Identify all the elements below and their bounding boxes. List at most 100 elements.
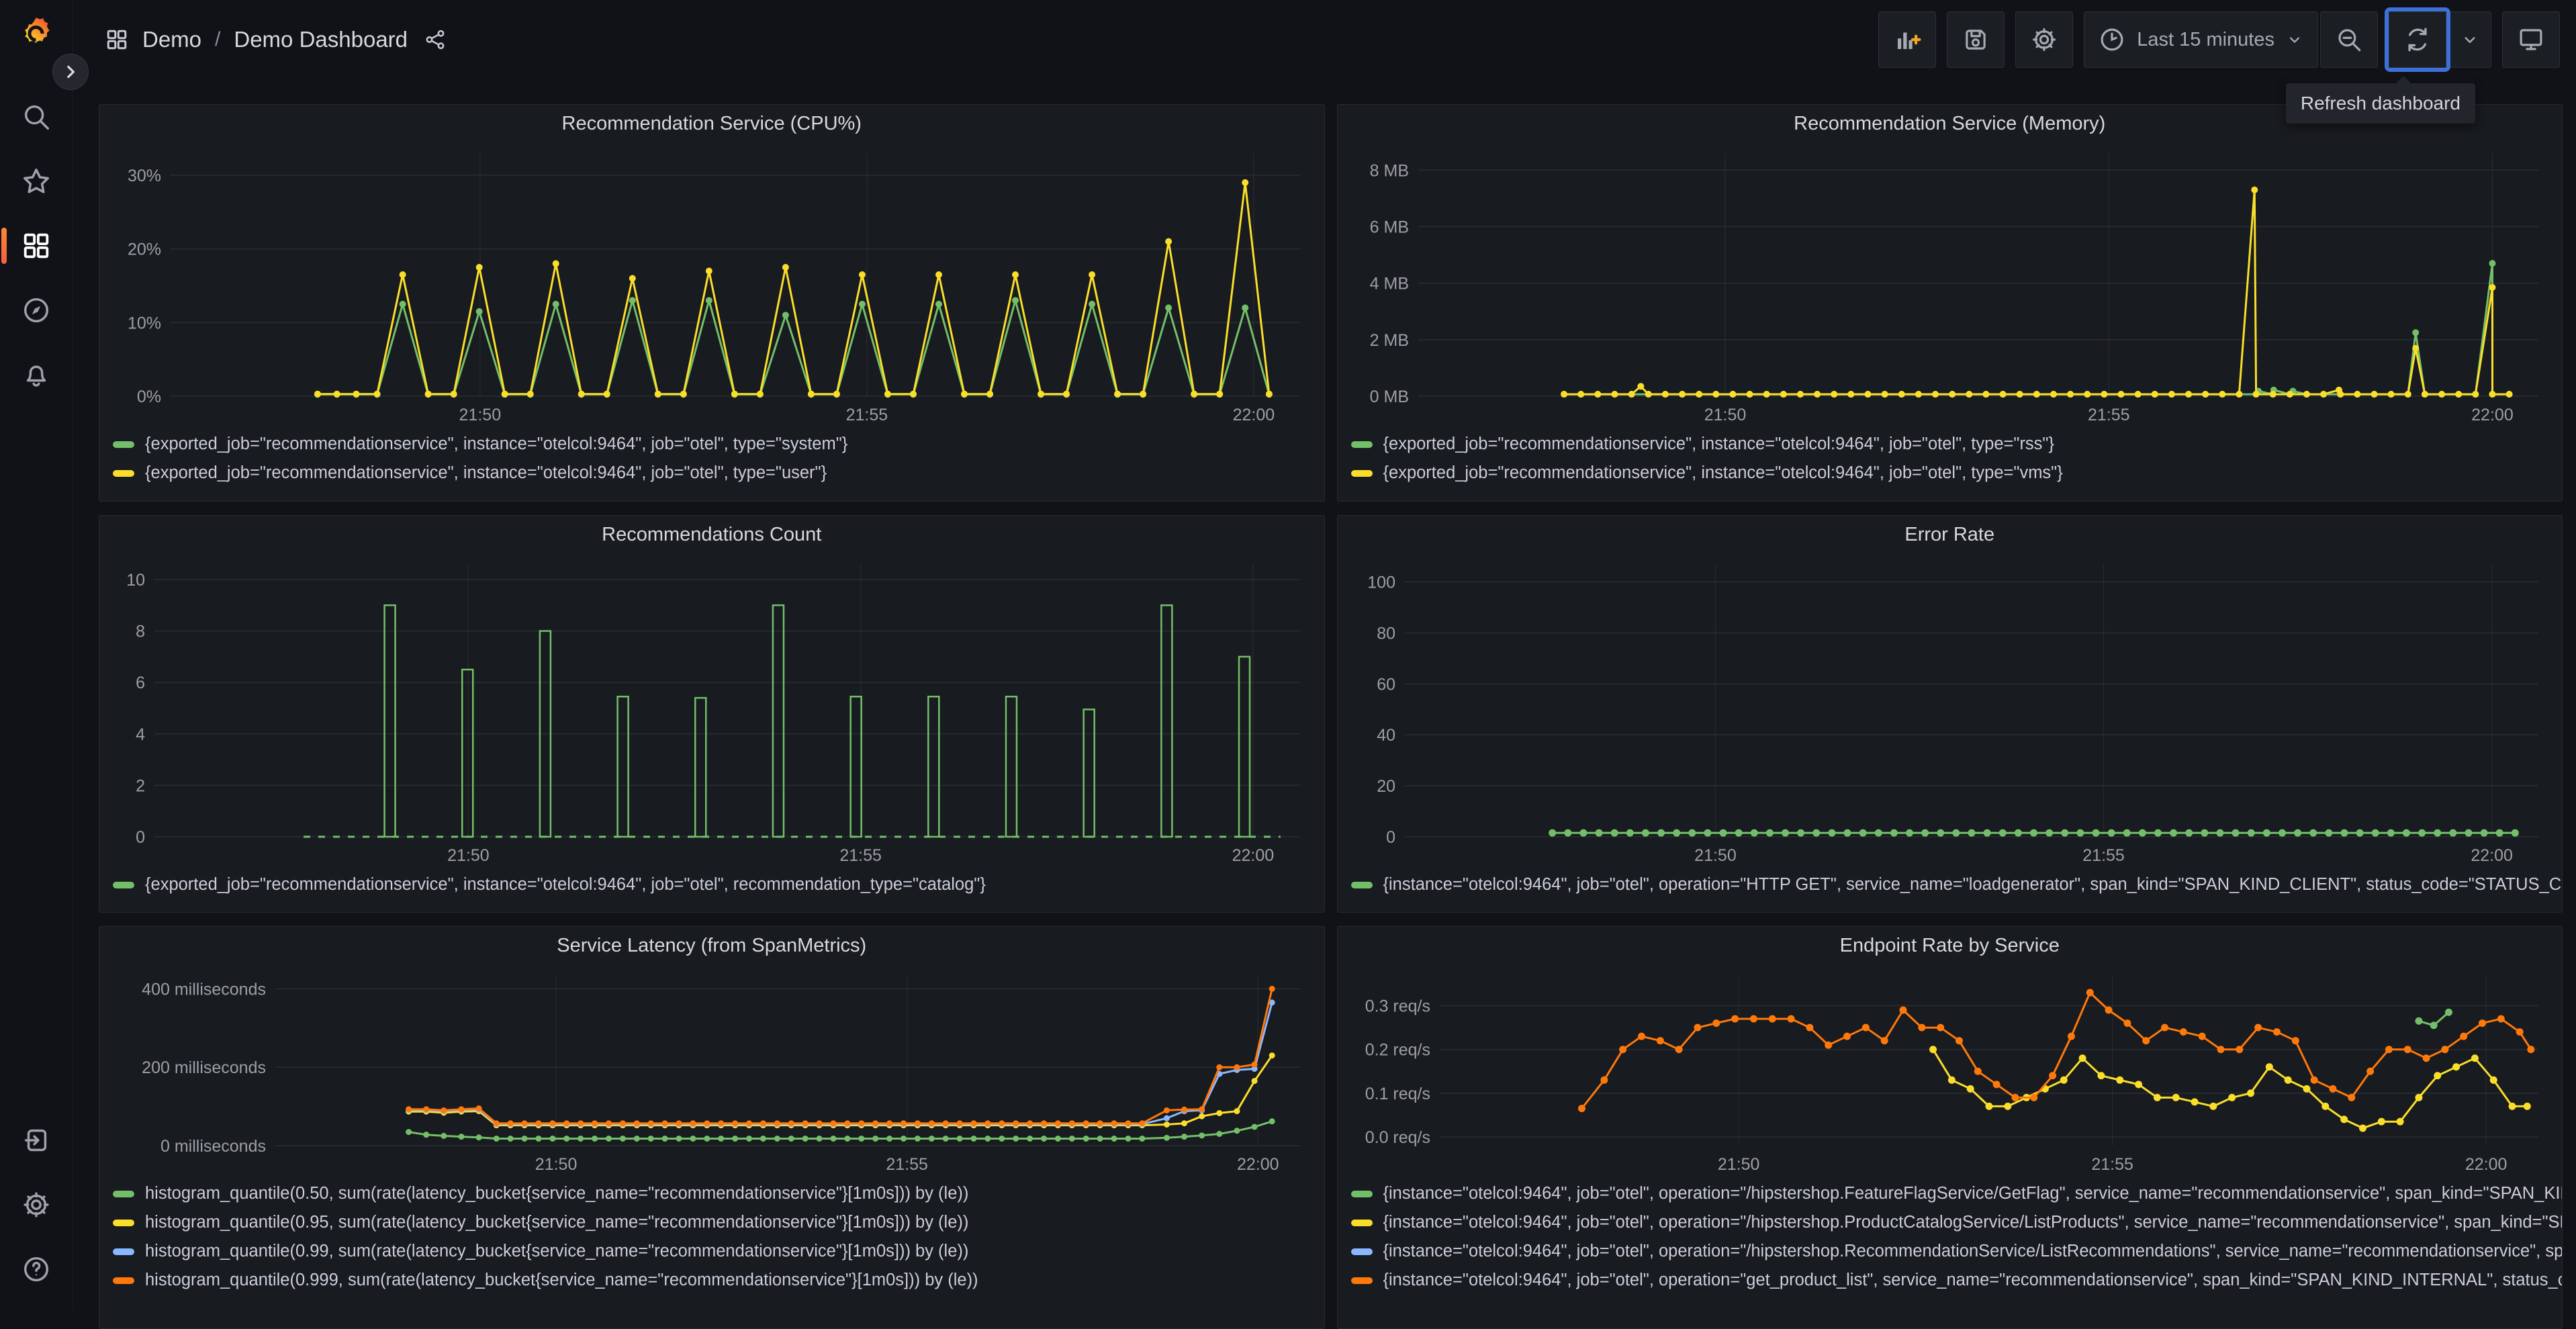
share-icon[interactable] [424, 28, 447, 51]
chevron-down-icon [2460, 30, 2480, 50]
legend-item[interactable]: {instance="otelcol:9464", job="otel", op… [1351, 1208, 2563, 1237]
svg-text:21:50: 21:50 [459, 406, 502, 424]
chevron-down-icon [2285, 30, 2304, 49]
legend-item[interactable]: {instance="otelcol:9464", job="otel", op… [1351, 870, 2563, 899]
legend-item[interactable]: histogram_quantile(0.95, sum(rate(latenc… [113, 1208, 1324, 1237]
svg-text:0: 0 [136, 828, 145, 847]
panel-title[interactable]: Error Rate [1338, 516, 2563, 553]
active-nav-indicator [1, 228, 7, 264]
refresh-dashboard-button[interactable] [2389, 11, 2446, 68]
zoom-out-time-button[interactable] [2320, 11, 2378, 68]
svg-text:6 MB: 6 MB [1369, 218, 1408, 236]
panel-recommendations-count: Recommendations Count 21:5021:5522:00024… [99, 515, 1325, 913]
grafana-logo-icon[interactable] [15, 15, 57, 56]
panel-title[interactable]: Recommendations Count [99, 516, 1324, 553]
svg-text:6: 6 [136, 674, 145, 692]
panel-title[interactable]: Recommendation Service (CPU%) [99, 105, 1324, 142]
sidebar-item-settings[interactable] [15, 1183, 58, 1226]
refresh-interval-dropdown[interactable] [2448, 11, 2491, 68]
svg-text:0.1 req/s: 0.1 req/s [1365, 1085, 1430, 1103]
save-dashboard-button[interactable] [1947, 11, 2005, 68]
svg-text:20%: 20% [128, 240, 161, 259]
sidebar-item-explore[interactable] [15, 289, 58, 332]
tooltip-arrow [2395, 76, 2411, 84]
add-panel-button[interactable] [1878, 11, 1936, 68]
svg-text:100: 100 [1367, 574, 1395, 592]
kiosk-mode-button[interactable] [2502, 11, 2560, 68]
endpoint-rate-chart[interactable]: 21:5021:5522:000.0 req/s0.1 req/s0.2 req… [1344, 964, 2556, 1177]
panel-service-latency: Service Latency (from SpanMetrics) 21:50… [99, 926, 1325, 1329]
time-range-picker[interactable]: Last 15 minutes [2084, 11, 2318, 68]
left-sidebar [0, 0, 73, 1308]
legend-label: {instance="otelcol:9464", job="otel", op… [1383, 1271, 2563, 1290]
legend-item[interactable]: histogram_quantile(0.99, sum(rate(latenc… [113, 1237, 1324, 1266]
svg-text:40: 40 [1377, 726, 1395, 745]
legend: {exported_job="recommendationservice", i… [1351, 430, 2563, 488]
memory-chart[interactable]: 21:5021:5522:000 MB2 MB4 MB6 MB8 MB [1344, 142, 2556, 427]
svg-text:22:00: 22:00 [1233, 406, 1275, 424]
top-navigation-bar: Demo / Demo Dashboard [73, 0, 2576, 79]
expand-sidebar-button[interactable] [52, 54, 89, 90]
recommendations-count-chart[interactable]: 21:5021:5522:000246810 [106, 553, 1318, 868]
sidebar-item-search[interactable] [15, 95, 58, 138]
legend: {instance="otelcol:9464", job="otel", op… [1351, 1179, 2563, 1295]
sidebar-item-dashboards[interactable] [15, 224, 58, 267]
legend-item[interactable]: histogram_quantile(0.999, sum(rate(laten… [113, 1266, 1324, 1295]
legend-swatch [1351, 1191, 1373, 1197]
legend-item[interactable]: {exported_job="recommendationservice", i… [113, 459, 1324, 488]
legend-item[interactable]: {exported_job="recommendationservice", i… [113, 870, 1324, 899]
gear-icon [21, 1189, 52, 1220]
error-rate-chart[interactable]: 21:5021:5522:00020406080100 [1344, 553, 2556, 868]
breadcrumb-section[interactable]: Demo [142, 27, 201, 52]
legend-swatch [113, 470, 134, 477]
service-latency-chart[interactable]: 21:5021:5522:000 milliseconds200 millise… [106, 964, 1318, 1177]
legend-swatch [1351, 1220, 1373, 1226]
svg-text:21:55: 21:55 [886, 1155, 928, 1174]
sidebar-item-sign-in[interactable] [15, 1119, 58, 1162]
breadcrumb: Demo / Demo Dashboard [105, 27, 447, 52]
panel-title[interactable]: Endpoint Rate by Service [1338, 927, 2563, 964]
svg-text:0.0 req/s: 0.0 req/s [1365, 1128, 1430, 1147]
legend: {exported_job="recommendationservice", i… [113, 870, 1324, 899]
legend-item[interactable]: histogram_quantile(0.50, sum(rate(latenc… [113, 1179, 1324, 1208]
gear-icon [2030, 26, 2058, 54]
cpu-chart[interactable]: 21:5021:5522:000%10%20%30% [106, 142, 1318, 427]
legend-item[interactable]: {exported_job="recommendationservice", i… [1351, 430, 2563, 459]
legend-label: {instance="otelcol:9464", job="otel", op… [1383, 875, 2563, 895]
legend-swatch [113, 1191, 134, 1197]
svg-text:0.3 req/s: 0.3 req/s [1365, 997, 1430, 1016]
panel-endpoint-rate-by-service: Endpoint Rate by Service 21:5021:5522:00… [1337, 926, 2563, 1329]
svg-text:0%: 0% [137, 387, 161, 406]
svg-text:22:00: 22:00 [1237, 1155, 1279, 1174]
legend-label: histogram_quantile(0.999, sum(rate(laten… [145, 1271, 978, 1290]
clock-icon [2098, 26, 2126, 54]
svg-text:400 milliseconds: 400 milliseconds [142, 980, 266, 999]
panel-error-rate: Error Rate 21:5021:5522:00020406080100 {… [1337, 515, 2563, 913]
svg-text:8: 8 [136, 623, 145, 641]
legend-item[interactable]: {exported_job="recommendationservice", i… [1351, 459, 2563, 488]
sidebar-item-help[interactable] [15, 1248, 58, 1291]
dashboard-toolbar: Last 15 minutes [1878, 11, 2560, 68]
svg-text:21:55: 21:55 [2091, 1155, 2133, 1174]
compass-icon [21, 295, 52, 326]
panel-title[interactable]: Service Latency (from SpanMetrics) [99, 927, 1324, 964]
monitor-icon [2517, 26, 2545, 54]
legend-swatch [113, 441, 134, 448]
legend-swatch [1351, 441, 1373, 448]
svg-text:21:55: 21:55 [846, 406, 888, 424]
sidebar-item-alerting[interactable] [15, 353, 58, 396]
legend-item[interactable]: {instance="otelcol:9464", job="otel", op… [1351, 1179, 2563, 1208]
legend-item[interactable]: {instance="otelcol:9464", job="otel", op… [1351, 1266, 2563, 1295]
legend-label: {instance="otelcol:9464", job="otel", op… [1383, 1242, 2563, 1261]
svg-text:4: 4 [136, 725, 145, 744]
svg-text:10: 10 [126, 571, 145, 590]
svg-text:10%: 10% [128, 314, 161, 332]
svg-text:21:50: 21:50 [1704, 406, 1746, 424]
legend: {instance="otelcol:9464", job="otel", op… [1351, 870, 2563, 899]
legend-label: {instance="otelcol:9464", job="otel", op… [1383, 1184, 2563, 1203]
legend-item[interactable]: {instance="otelcol:9464", job="otel", op… [1351, 1237, 2563, 1266]
legend-item[interactable]: {exported_job="recommendationservice", i… [113, 430, 1324, 459]
sidebar-item-starred[interactable] [15, 160, 58, 203]
svg-text:22:00: 22:00 [2471, 406, 2514, 424]
dashboard-settings-button[interactable] [2015, 11, 2073, 68]
